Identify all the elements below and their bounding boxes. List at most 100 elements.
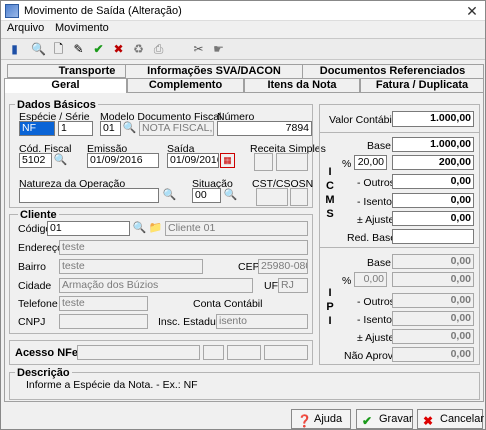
acesso-nfe-field-2: [203, 345, 224, 360]
saida-field[interactable]: 01/09/2016: [167, 153, 219, 168]
ajuda-label: Ajuda: [314, 413, 343, 425]
telefone-field: teste: [59, 296, 148, 311]
icms-letter-1: I: [328, 166, 332, 178]
icms-pct-label: %: [342, 158, 352, 170]
ipi-outros-label: - Outros: [357, 296, 395, 308]
valores-separator-2: [319, 247, 480, 248]
toolbar: ▮ 🔍 🗋 ✎ ✔ ✖ ♻ ⎙ ✂ ☛: [1, 38, 485, 60]
folder-icon[interactable]: 📁: [148, 221, 163, 236]
emissao-field[interactable]: 01/09/2016: [87, 153, 159, 168]
modelo-code-field[interactable]: 01: [100, 121, 121, 136]
telefone-label: Telefone: [18, 298, 58, 310]
cst-field-2: [290, 188, 308, 206]
icms-isento-field[interactable]: 0,00: [392, 193, 474, 208]
exit-icon[interactable]: ▮: [6, 41, 23, 58]
serie-field[interactable]: 1: [58, 121, 93, 136]
modelo-desc-field: NOTA FISCAL, MI: [139, 121, 214, 136]
cancelar-label: Cancelar: [440, 413, 485, 425]
ipi-nao-aprov-label: Não Aprov.: [344, 350, 396, 362]
cliente-search-icon[interactable]: 🔍: [132, 221, 147, 236]
ipi-nao-aprov-field: 0,00: [392, 347, 474, 362]
hand-icon[interactable]: ☛: [210, 41, 227, 58]
acesso-nfe-field-4: [264, 345, 308, 360]
edit-document-icon[interactable]: ✎: [70, 41, 87, 58]
icms-outros-label: - Outros: [357, 177, 395, 189]
ipi-pct-label: %: [342, 275, 352, 287]
tab-complemento[interactable]: Complemento: [127, 78, 244, 92]
ajuda-button[interactable]: ❓ Ajuda: [291, 409, 351, 429]
icms-letter-4: S: [326, 208, 334, 220]
cod-fiscal-field[interactable]: 5102: [19, 153, 52, 168]
ipi-vertical-label: I P I: [325, 286, 335, 328]
cod-fiscal-search-icon[interactable]: 🔍: [53, 153, 68, 168]
help-icon: ❓: [297, 414, 312, 428]
window: Movimento de Saída (Alteração) ✕ Arquivo…: [0, 0, 486, 430]
insc-estadual-label: Insc. Estadual: [158, 316, 224, 328]
window-title: Movimento de Saída (Alteração): [24, 5, 182, 17]
cancel-icon: ✖: [423, 414, 434, 428]
icms-letter-2: C: [326, 180, 334, 192]
ipi-valor-field: 0,00: [392, 272, 474, 287]
natureza-field[interactable]: [19, 188, 159, 203]
icms-ajuste-field[interactable]: 0,00: [392, 211, 474, 226]
icms-letter-3: M: [325, 194, 335, 206]
icms-vertical-label: I C M S: [325, 165, 335, 221]
icms-red-base-field[interactable]: [392, 229, 474, 244]
descricao-text: Informe a Espécie da Nota. - Ex.: NF: [26, 379, 198, 391]
ipi-isento-field: 0,00: [392, 311, 474, 326]
check-icon: ✔: [362, 414, 373, 428]
ipi-isento-label: - Isento: [357, 314, 393, 326]
gravar-label: Gravar: [379, 413, 413, 425]
endereco-field: teste: [59, 240, 308, 255]
acesso-nfe-field-3: [227, 345, 261, 360]
cidade-label: Cidade: [18, 280, 52, 292]
menu-movimento[interactable]: Movimento: [55, 22, 109, 34]
recycle-icon[interactable]: ♻: [130, 41, 147, 58]
confirm-icon[interactable]: ✔: [90, 41, 107, 58]
close-button[interactable]: ✕: [463, 3, 481, 19]
situacao-search-icon[interactable]: 🔍: [223, 188, 238, 203]
tools-icon[interactable]: ✂: [190, 41, 207, 58]
tab-sva-dacon[interactable]: Informações SVA/DACON: [125, 64, 303, 78]
icms-base-label: Base: [367, 140, 391, 152]
gravar-button[interactable]: ✔ Gravar: [356, 409, 413, 429]
bairro-label: Bairro: [18, 261, 47, 273]
cliente-codigo-field[interactable]: 01: [47, 221, 130, 236]
icms-pct-field[interactable]: 20,00: [354, 155, 387, 170]
cnpj-field: [59, 314, 148, 329]
tab-fatura-duplicata[interactable]: Fatura / Duplicata: [360, 78, 484, 92]
ipi-letter-1: I: [328, 287, 332, 299]
cancelar-button[interactable]: ✖ Cancelar: [417, 409, 485, 429]
icms-base-field[interactable]: 1.000,00: [392, 137, 474, 152]
search-icon[interactable]: 🔍: [30, 41, 47, 58]
icms-valor-field[interactable]: 200,00: [392, 155, 474, 170]
icms-ajuste-label: ± Ajuste: [357, 214, 395, 226]
situacao-field[interactable]: 00: [192, 188, 221, 203]
uf-label: UF: [264, 280, 278, 292]
valor-contabil-field[interactable]: 1.000,00: [392, 111, 474, 127]
tab-documentos-referenciados[interactable]: Documentos Referenciados: [301, 64, 484, 78]
menu-bar: Arquivo Movimento: [1, 21, 485, 37]
endereco-label: Endereço: [18, 242, 63, 254]
menu-arquivo[interactable]: Arquivo: [7, 22, 44, 34]
icms-outros-field[interactable]: 0,00: [392, 174, 474, 189]
modelo-search-icon[interactable]: 🔍: [122, 121, 137, 136]
new-document-icon[interactable]: 🗋: [50, 41, 67, 58]
delete-icon[interactable]: ✖: [110, 41, 127, 58]
calendar-icon[interactable]: ▦: [220, 153, 235, 168]
natureza-search-icon[interactable]: 🔍: [162, 188, 177, 203]
tab-itens-da-nota[interactable]: Itens da Nota: [244, 78, 360, 92]
ipi-base-field: 0,00: [392, 254, 474, 269]
cst-field-1: [256, 188, 288, 206]
ipi-outros-field: 0,00: [392, 293, 474, 308]
especie-field[interactable]: NF: [19, 121, 55, 136]
print-icon[interactable]: ⎙: [150, 41, 167, 58]
dados-basicos-title: Dados Básicos: [15, 99, 98, 111]
cnpj-label: CNPJ: [18, 316, 46, 328]
ipi-pct-field: 0,00: [354, 272, 387, 287]
ipi-letter-3: I: [328, 315, 332, 327]
cep-label: CEP: [238, 261, 260, 273]
tab-geral[interactable]: Geral: [4, 78, 127, 93]
numero-field[interactable]: 7894: [217, 121, 312, 136]
valores-separator-1: [319, 132, 480, 133]
